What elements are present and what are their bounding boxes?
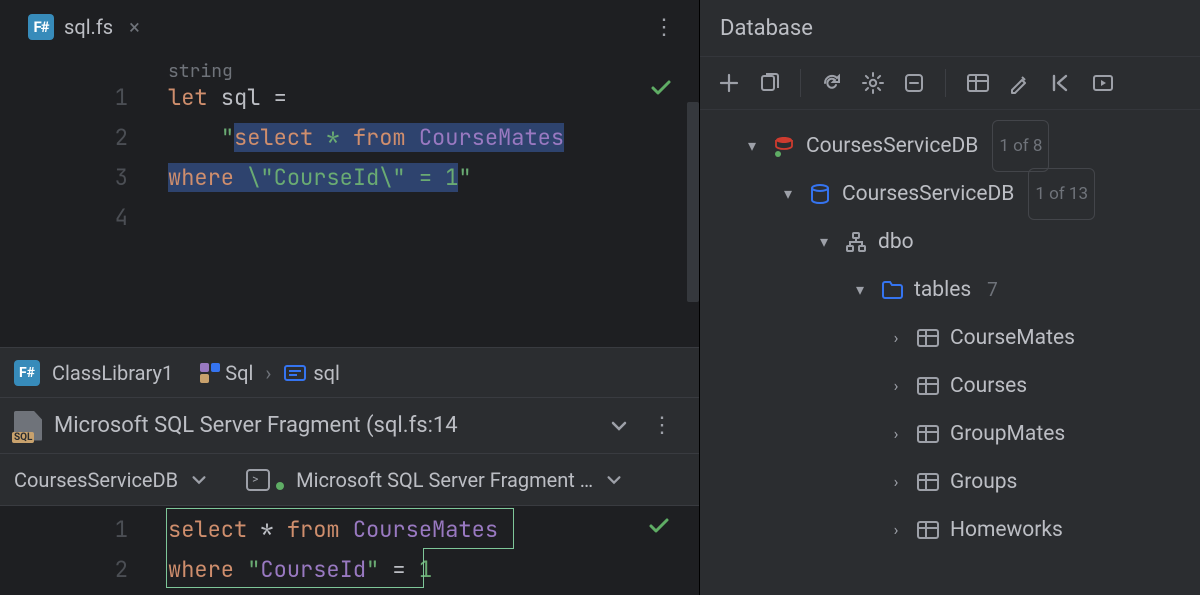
tab-more-icon[interactable]: ⋮ [643, 15, 687, 40]
count-badge: 1 of 13 [1028, 168, 1095, 220]
code-line-3[interactable]: where \"CourseId\" = 1" [168, 158, 699, 198]
add-icon[interactable] [718, 72, 740, 94]
editor-tab-sqlfs[interactable]: F# sql.fs × [14, 0, 154, 54]
session-database[interactable]: CoursesServiceDB [14, 468, 178, 492]
database-icon [808, 182, 832, 206]
count-badge: 1 of 8 [992, 120, 1049, 172]
database-tree[interactable]: ▾ CoursesServiceDB 1 of 8 ▾ CoursesServi… [700, 110, 1200, 554]
fsharp-file-icon: F# [28, 14, 54, 40]
tree-table-node[interactable]: › CourseMates [716, 314, 1194, 362]
code-area[interactable]: string let sql = "select * from CourseMa… [168, 54, 699, 347]
code-line-2[interactable]: "select * from CourseMates [168, 118, 699, 158]
count-label: 7 [987, 266, 998, 314]
tree-table-node[interactable]: › Groups [716, 458, 1194, 506]
chevron-right-icon[interactable]: › [886, 410, 906, 458]
sql-fragment-title: Microsoft SQL Server Fragment (sql.fs:14 [54, 413, 458, 438]
tab-filename: sql.fs [64, 15, 113, 39]
chevron-down-icon[interactable]: ▾ [778, 170, 798, 218]
chevron-down-icon[interactable]: ▾ [742, 122, 762, 170]
folder-icon [880, 278, 904, 302]
tree-tables-folder[interactable]: ▾ tables 7 [716, 266, 1194, 314]
code-line-1[interactable]: let sql = [168, 78, 699, 118]
jump-to-source-icon[interactable] [1048, 72, 1074, 94]
editor-tabstrip: F# sql.fs × ⋮ [0, 0, 699, 54]
database-panel-title: Database [700, 0, 1200, 56]
stop-icon[interactable] [903, 72, 925, 94]
chevron-right-icon[interactable]: › [886, 314, 906, 362]
breadcrumb-sep: › [265, 361, 271, 385]
sqlserver-icon [772, 134, 796, 158]
chevron-down-icon[interactable]: ▾ [850, 266, 870, 314]
refresh-icon[interactable] [821, 72, 843, 94]
chevron-right-icon[interactable]: › [886, 458, 906, 506]
close-tab-icon[interactable]: × [129, 15, 140, 39]
table-icon [916, 422, 940, 446]
tree-table-node[interactable]: › Homeworks [716, 506, 1194, 554]
type-hint: string [168, 52, 233, 92]
chevron-right-icon[interactable]: › [886, 362, 906, 410]
chevron-down-icon[interactable] [190, 471, 208, 489]
sql-file-icon: SQL [14, 411, 42, 441]
panel-more-icon[interactable]: ⋮ [641, 413, 685, 438]
inspection-ok-icon[interactable] [649, 76, 673, 100]
chevron-right-icon[interactable]: › [886, 506, 906, 554]
module-icon [199, 362, 221, 384]
table-icon[interactable] [966, 72, 990, 94]
console-icon [246, 469, 270, 491]
edit-icon[interactable] [1008, 72, 1030, 94]
fsharp-editor[interactable]: 1 2 3 4 string let sql = "select * from … [0, 54, 699, 347]
breadcrumb-symbol[interactable]: sql [313, 361, 340, 385]
table-icon [916, 326, 940, 350]
table-icon [916, 374, 940, 398]
sql-fragment-editor[interactable]: 1 2 select * from CourseMates where "Cou… [0, 505, 699, 595]
fsharp-project-icon: F# [14, 360, 40, 386]
database-toolbar [700, 56, 1200, 110]
sql-fragment-panel-header: SQL Microsoft SQL Server Fragment (sql.f… [0, 397, 699, 453]
status-dot-icon [276, 482, 284, 490]
sql-line-1[interactable]: select * from CourseMates [168, 510, 699, 550]
sql-editor-gutter: 1 2 [0, 506, 168, 595]
tree-database-node[interactable]: ▾ CoursesServiceDB 1 of 13 [716, 170, 1194, 218]
sql-line-2[interactable]: where "CourseId" = 1 [168, 550, 699, 590]
tree-table-node[interactable]: › Courses [716, 362, 1194, 410]
editor-scrollbar[interactable] [687, 102, 699, 302]
chevron-down-icon[interactable] [605, 471, 623, 489]
run-icon[interactable] [1092, 72, 1114, 94]
tree-schema-node[interactable]: ▾ dbo [716, 218, 1194, 266]
editor-gutter: 1 2 3 4 [0, 54, 168, 347]
code-line-4[interactable] [168, 198, 699, 238]
sql-code-area[interactable]: select * from CourseMates where "CourseI… [168, 506, 699, 595]
field-icon [283, 361, 307, 385]
breadcrumb-project[interactable]: ClassLibrary1 [52, 361, 173, 385]
gear-icon[interactable] [861, 71, 885, 95]
table-icon [916, 470, 940, 494]
breadcrumb: F# ClassLibrary1 Sql › sql [0, 347, 699, 397]
chevron-down-icon[interactable] [609, 416, 629, 436]
tree-table-node[interactable]: › GroupMates [716, 410, 1194, 458]
tree-server-node[interactable]: ▾ CoursesServiceDB 1 of 8 [716, 122, 1194, 170]
breadcrumb-module[interactable]: Sql [225, 361, 253, 385]
inspection-ok-icon[interactable] [647, 514, 671, 538]
sql-session-bar: CoursesServiceDB Microsoft SQL Server Fr… [0, 453, 699, 505]
session-description[interactable]: Microsoft SQL Server Fragment … [296, 468, 593, 492]
chevron-down-icon[interactable]: ▾ [814, 218, 834, 266]
table-icon [916, 518, 940, 542]
schema-icon [844, 230, 868, 254]
duplicate-icon[interactable] [758, 72, 780, 94]
